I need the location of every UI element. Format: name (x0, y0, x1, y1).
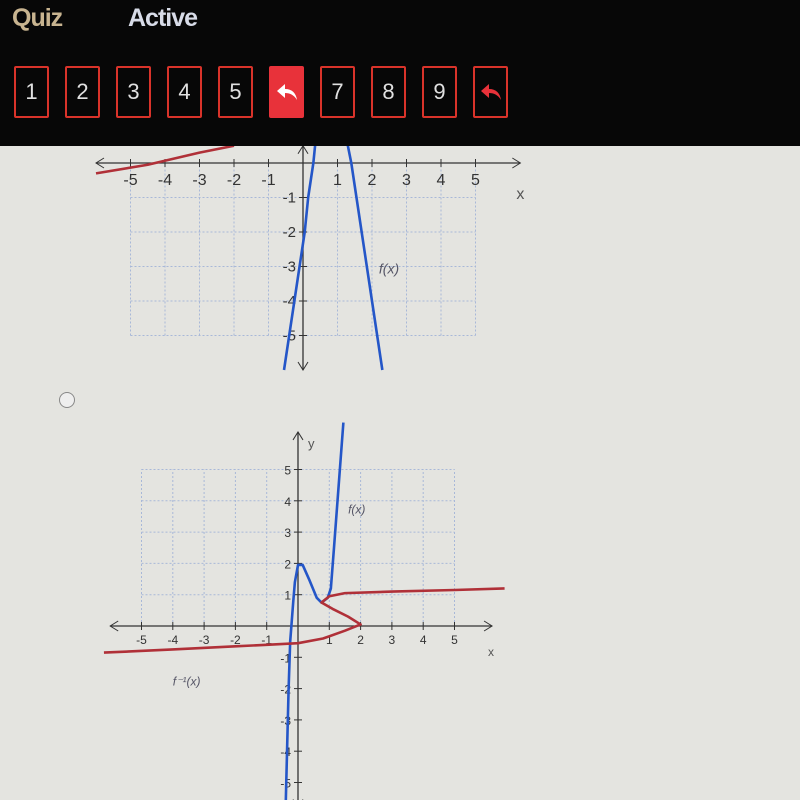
x-tick-label: -3 (199, 633, 210, 647)
y-axis-label: y (308, 436, 315, 451)
y-tick-label: 1 (284, 589, 291, 603)
graph-body: -5 -4 -3 -2 -1 1 2 3 4 554321-1-2-3-4-5xyf(x)f⁻¹(… (103, 422, 505, 800)
y-tick-label: 2 (284, 557, 291, 571)
y-tick-label: 4 (284, 495, 291, 509)
x-tick-label: 4 (420, 633, 427, 647)
curve-label: f⁻¹(x) (173, 674, 201, 688)
x-axis-label: x (488, 645, 494, 659)
x-tick-label: 5 (451, 633, 458, 647)
y-tick-label: -3 (280, 714, 291, 728)
y-tick-label: 5 (284, 464, 291, 478)
y-tick-label: 3 (284, 526, 291, 540)
curve-label: f(x) (348, 502, 365, 516)
inverse-curve (103, 587, 505, 654)
x-tick-label: -5 (136, 633, 147, 647)
x-tick-label: 3 (389, 633, 396, 647)
graph-option-b: -5 -4 -3 -2 -1 1 2 3 4 554321-1-2-3-4-5xyf(x)f⁻¹(… (103, 422, 505, 800)
x-tick-label: -4 (167, 633, 178, 647)
x-tick-label: 2 (357, 633, 364, 647)
